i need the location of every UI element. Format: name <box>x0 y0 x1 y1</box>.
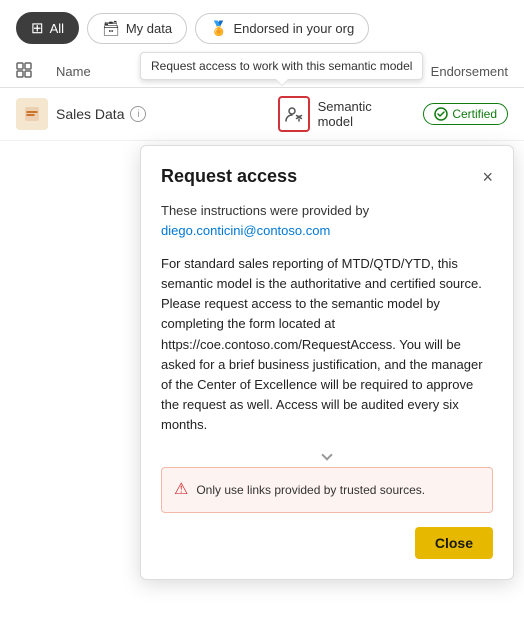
filter-bar: ⊞ All 🗃 My data 🏅 Endorsed in your org <box>0 0 524 56</box>
request-access-modal: Request access × These instructions were… <box>140 145 514 580</box>
filter-endorsed-button[interactable]: 🏅 Endorsed in your org <box>195 13 369 44</box>
row-endorsement-cell: Certified <box>398 103 508 126</box>
tooltip-text: Request access to work with this semanti… <box>151 59 412 73</box>
warning-text: Only use links provided by trusted sourc… <box>196 481 425 499</box>
warning-box: ⚠ Only use links provided by trusted sou… <box>161 467 493 513</box>
row-type-cell: Semantic model <box>278 96 398 132</box>
instructions-prefix: These instructions were provided by <box>161 203 369 218</box>
table-row: Request access to work with this semanti… <box>0 88 524 141</box>
request-access-button[interactable] <box>278 96 310 132</box>
row-icon-cell <box>16 98 56 130</box>
row-type-icon <box>16 98 48 130</box>
badge-icon: 🏅 <box>210 20 227 37</box>
close-button[interactable]: Close <box>415 527 493 559</box>
modal-instructions: These instructions were provided by dieg… <box>161 201 493 240</box>
th-icon <box>16 62 56 81</box>
scroll-indicator <box>161 451 493 459</box>
filter-endorsed-label: Endorsed in your org <box>234 21 355 36</box>
instructions-email: diego.conticini@contoso.com <box>161 223 330 238</box>
filter-all-button[interactable]: ⊞ All <box>16 12 79 44</box>
certified-badge: Certified <box>423 103 508 125</box>
row-name-cell: Sales Data i <box>56 106 278 122</box>
grid-icon: ⊞ <box>31 19 44 37</box>
cylinder-icon: 🗃 <box>102 20 120 37</box>
modal-body: These instructions were provided by dieg… <box>161 201 493 559</box>
modal-footer: Close <box>161 527 493 559</box>
info-icon[interactable]: i <box>130 106 146 122</box>
modal-close-button[interactable]: × <box>482 168 493 186</box>
warning-icon: ⚠ <box>174 478 188 502</box>
filter-mydata-label: My data <box>126 21 172 36</box>
row-type-text: Semantic model <box>318 99 398 129</box>
filter-mydata-button[interactable]: 🗃 My data <box>87 13 187 44</box>
filter-all-label: All <box>50 21 64 36</box>
tooltip: Request access to work with this semanti… <box>140 52 423 80</box>
modal-description: For standard sales reporting of MTD/QTD/… <box>161 254 493 435</box>
row-name-text: Sales Data <box>56 106 124 122</box>
modal-header: Request access × <box>161 166 493 187</box>
modal-title: Request access <box>161 166 297 187</box>
certified-label: Certified <box>452 107 497 121</box>
